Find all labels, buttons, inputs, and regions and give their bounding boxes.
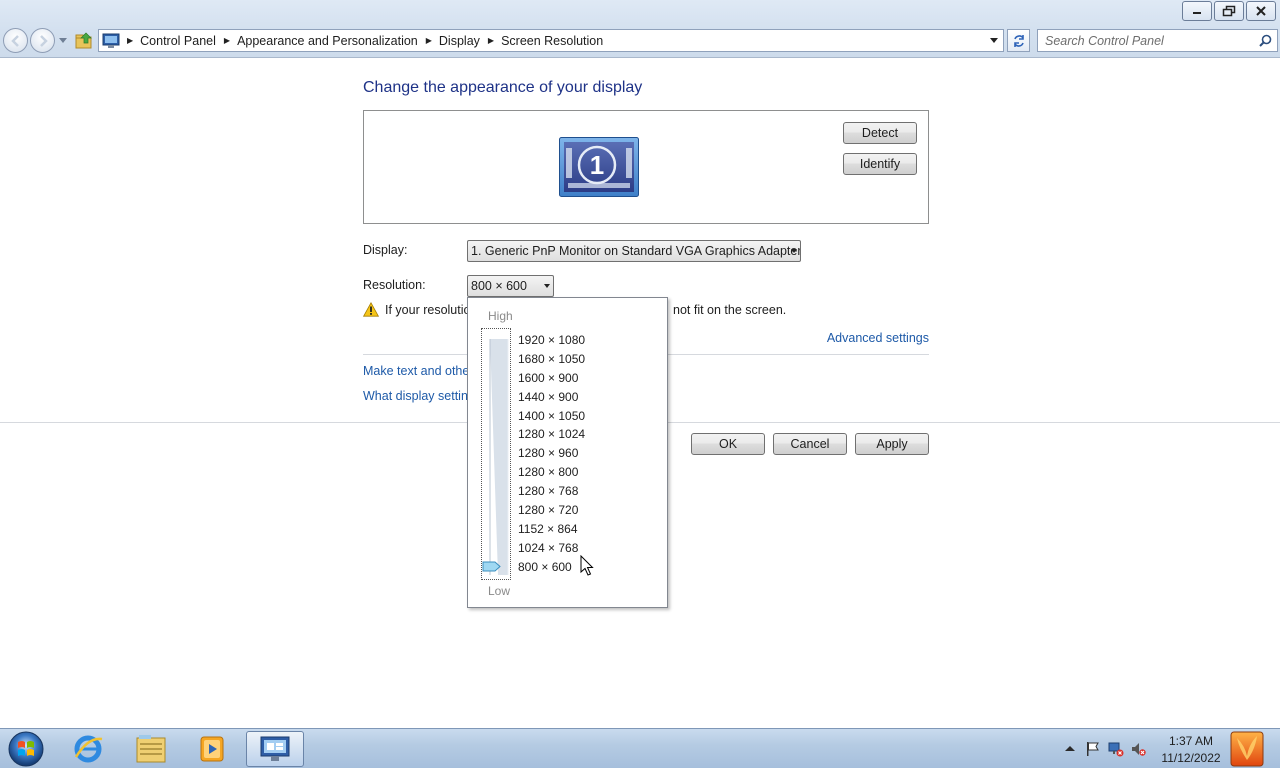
monitor-1-icon[interactable]: 1 — [559, 137, 639, 197]
identify-button[interactable]: Identify — [843, 153, 917, 175]
display-select-value: 1. Generic PnP Monitor on Standard VGA G… — [471, 244, 801, 258]
control-panel-icon — [260, 736, 290, 761]
chevron-right-icon[interactable]: ▶ — [424, 36, 439, 45]
text-size-link[interactable]: Make text and other — [363, 364, 473, 378]
resolution-option[interactable]: 1680 × 1050 — [518, 350, 585, 369]
resolution-option[interactable]: 1024 × 768 — [518, 539, 585, 558]
chevron-right-icon[interactable]: ▶ — [222, 36, 237, 45]
detect-button[interactable]: Detect — [843, 122, 917, 144]
resolution-select-value: 800 × 600 — [471, 279, 527, 293]
resolution-option[interactable]: 1280 × 800 — [518, 463, 585, 482]
volume-muted-icon[interactable] — [1130, 741, 1146, 757]
taskbar-internet-explorer[interactable] — [60, 731, 116, 767]
refresh-icon — [1013, 34, 1024, 47]
search-icon[interactable] — [1259, 34, 1272, 47]
window-title-bar: ▶ Control Panel ▶ Appearance and Persona… — [0, 0, 1280, 58]
address-dropdown-button[interactable] — [987, 33, 1001, 48]
chevron-down-icon — [59, 38, 67, 43]
monitor-number: 1 — [590, 150, 604, 180]
up-folder-icon[interactable] — [74, 30, 94, 50]
ok-button[interactable]: OK — [691, 433, 765, 455]
resolution-option[interactable]: 1280 × 960 — [518, 444, 585, 463]
close-icon — [1256, 6, 1266, 16]
resolution-option[interactable]: 1280 × 720 — [518, 501, 585, 520]
resolution-select[interactable]: 800 × 600 — [467, 275, 554, 297]
forward-arrow-icon — [39, 34, 48, 47]
taskbar: 1:37 AM 11/12/2022 — [0, 728, 1280, 768]
breadcrumb-display[interactable]: Display — [439, 34, 486, 48]
apply-button[interactable]: Apply — [855, 433, 929, 455]
resolution-option[interactable]: 1920 × 1080 — [518, 331, 585, 350]
resolution-high-label: High — [488, 309, 513, 323]
resolution-slider-track[interactable] — [488, 339, 510, 575]
restore-button[interactable] — [1214, 1, 1244, 21]
breadcrumb-appearance[interactable]: Appearance and Personalization — [237, 34, 424, 48]
monitor-preview-panel: 1 Detect Identify — [363, 110, 929, 224]
resolution-option-selected[interactable]: 800 × 600 — [518, 558, 585, 577]
address-bar[interactable]: ▶ Control Panel ▶ Appearance and Persona… — [98, 29, 1004, 52]
display-select[interactable]: 1. Generic PnP Monitor on Standard VGA G… — [467, 240, 801, 262]
resolution-option[interactable]: 1280 × 768 — [518, 482, 585, 501]
clock-time[interactable]: 1:37 AM — [1148, 734, 1234, 748]
back-button[interactable] — [3, 28, 28, 53]
windows-explorer-icon — [136, 735, 166, 763]
chevron-down-icon — [990, 38, 998, 43]
warning-icon — [363, 302, 379, 317]
breadcrumb-control-panel[interactable]: Control Panel — [140, 34, 222, 48]
resolution-option[interactable]: 1600 × 900 — [518, 369, 585, 388]
start-button[interactable] — [5, 730, 47, 768]
display-settings-link[interactable]: What display setting — [363, 389, 475, 403]
cancel-button[interactable]: Cancel — [773, 433, 847, 455]
recent-pages-button[interactable] — [58, 36, 68, 46]
clock-date[interactable]: 11/12/2022 — [1148, 751, 1234, 765]
show-hidden-icons-icon[interactable] — [1062, 741, 1078, 757]
resolution-slider-thumb[interactable] — [482, 561, 501, 572]
advanced-settings-link[interactable]: Advanced settings — [827, 331, 929, 345]
minimize-icon — [1193, 12, 1201, 14]
action-center-flag-icon[interactable] — [1085, 741, 1101, 757]
taskbar-media-player[interactable] — [184, 731, 240, 767]
breadcrumb-screen-resolution[interactable]: Screen Resolution — [501, 34, 609, 48]
mouse-cursor-icon — [580, 555, 594, 576]
back-arrow-icon — [10, 34, 19, 47]
display-label: Display: — [363, 243, 408, 257]
search-input[interactable] — [1038, 30, 1248, 51]
refresh-button[interactable] — [1007, 29, 1030, 52]
warning-text-end: not fit on the screen. — [673, 303, 787, 317]
resolution-popup: High 1920 × 1080 1680 × 1050 1600 × 900 … — [467, 297, 668, 608]
resolution-label: Resolution: — [363, 278, 426, 292]
resolution-option[interactable]: 1280 × 1024 — [518, 425, 585, 444]
chevron-down-icon — [791, 249, 797, 253]
page-title: Change the appearance of your display — [363, 79, 643, 96]
internet-explorer-icon — [74, 735, 103, 763]
resolution-list: 1920 × 1080 1680 × 1050 1600 × 900 1440 … — [518, 331, 585, 577]
forward-button[interactable] — [30, 28, 55, 53]
resolution-option[interactable]: 1440 × 900 — [518, 388, 585, 407]
media-player-icon — [200, 736, 224, 762]
resolution-option[interactable]: 1400 × 1050 — [518, 407, 585, 426]
warning-text: If your resolutio — [385, 303, 471, 317]
chevron-down-icon — [544, 284, 550, 288]
minimize-button[interactable] — [1182, 1, 1212, 21]
control-panel-icon — [102, 33, 120, 48]
caption-buttons — [1182, 1, 1276, 21]
restore-icon — [1222, 5, 1236, 17]
taskbar-windows-explorer[interactable] — [123, 731, 179, 767]
show-desktop-button[interactable] — [1229, 730, 1265, 768]
resolution-low-label: Low — [488, 584, 511, 598]
chevron-right-icon[interactable]: ▶ — [486, 36, 501, 45]
taskbar-control-panel[interactable] — [246, 731, 304, 767]
chevron-right-icon: ▶ — [127, 36, 134, 45]
close-button[interactable] — [1246, 1, 1276, 21]
search-box[interactable] — [1037, 29, 1278, 52]
network-icon[interactable] — [1108, 741, 1124, 757]
resolution-option[interactable]: 1152 × 864 — [518, 520, 585, 539]
